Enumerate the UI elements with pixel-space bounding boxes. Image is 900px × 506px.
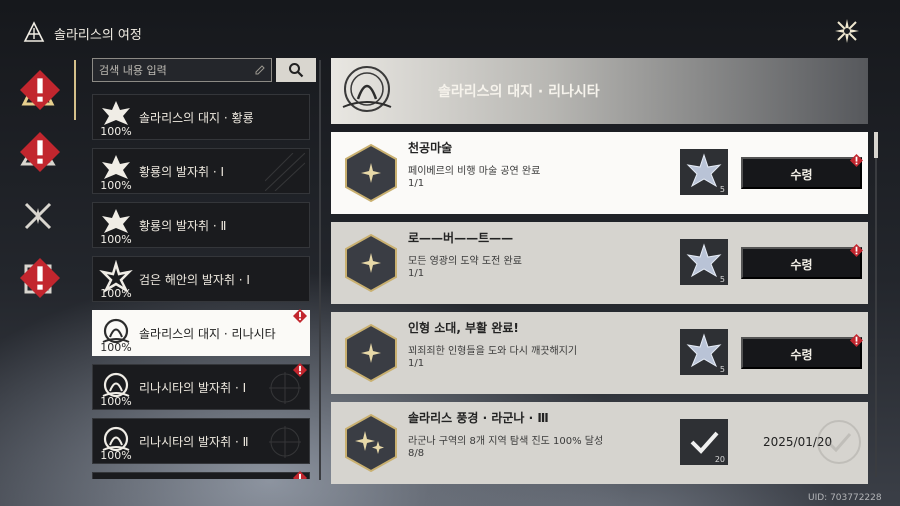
claim-button[interactable]: 수령 [741, 157, 862, 189]
chapter-progress: 100% [100, 179, 132, 192]
reward-item[interactable]: 5 [680, 239, 728, 285]
double-sparkle-icon [345, 413, 397, 473]
claim-button[interactable]: 수령 [741, 247, 862, 279]
quest-card: 인형 소대, 부활 완료! 꾀죄죄한 인형들을 도와 다시 깨끗해지기 1/1 … [331, 312, 868, 394]
grid-pattern-icon [265, 153, 305, 191]
chapter-label: 검은 해안의 발자취 · Ⅰ [139, 273, 250, 287]
chapter-item-selected[interactable]: 100% 솔라리스의 대지 · 리나시타 [92, 309, 310, 356]
solaris-logo-icon [23, 21, 45, 42]
chapter-progress: 100% [100, 449, 132, 462]
sparkle-icon [345, 143, 397, 203]
quest-list-scrollbar[interactable] [875, 132, 877, 477]
chapter-item[interactable]: 100% 리나시타의 발자취 · Ⅱ [92, 418, 310, 464]
alert-badge-icon [850, 154, 863, 167]
chapter-label: 솔라리스의 대지 · 황룡 [139, 111, 254, 125]
quest-title: 천공마술 [408, 141, 453, 155]
quest-title: 솔라리스 풍경 · 라군나 · Ⅲ [408, 411, 549, 425]
alert-badge-icon [20, 132, 60, 172]
chapter-item[interactable]: 100% 황룡의 발자취 · Ⅰ [92, 148, 310, 194]
chapter-progress: 100% [100, 341, 132, 354]
quest-title: 인형 소대, 부활 완료! [408, 321, 519, 335]
alert-badge-icon [293, 471, 307, 479]
reward-quantity: 20 [714, 455, 725, 464]
chapter-item[interactable]: 100% 검은 해안의 발자취 · Ⅰ [92, 256, 310, 302]
checkmark-watermark-icon [817, 420, 861, 464]
chapter-label: 황룡의 발자취 · Ⅱ [139, 219, 227, 233]
alert-badge-icon [293, 309, 307, 323]
chapter-list: 100% 솔라리스의 대지 · 황룡 100% 황룡의 발자취 · Ⅰ 100%… [92, 94, 312, 479]
alert-badge-icon [20, 258, 60, 298]
alert-badge-icon [20, 70, 60, 110]
alert-badge-icon [850, 244, 863, 257]
top-bar: 솔라리스의 여정 [0, 0, 900, 60]
alert-badge-icon [850, 334, 863, 347]
close-star-icon[interactable] [832, 16, 862, 46]
category-rail [0, 60, 76, 506]
reward-quantity: 5 [719, 365, 725, 374]
rail-item-blades[interactable] [18, 196, 58, 236]
quest-description: 페이베르의 비행 마술 공연 완료 [408, 166, 541, 177]
reward-item-claimed[interactable]: 20 [680, 419, 728, 465]
alert-badge-icon [293, 363, 307, 377]
quest-description: 꾀죄죄한 인형들을 도와 다시 깨끗해지기 [408, 346, 578, 357]
crossed-blades-icon [24, 202, 52, 230]
chapter-label: 황룡의 발자취 · Ⅰ [139, 165, 225, 179]
chapter-progress: 100% [100, 125, 132, 138]
quest-list-scroll-thumb[interactable] [874, 132, 878, 158]
user-id: UID: 703772228 [808, 493, 882, 503]
chapter-item-partial[interactable] [92, 471, 310, 479]
chapter-label: 리나시타의 발자취 · Ⅰ [139, 381, 247, 395]
search-input[interactable] [99, 62, 249, 78]
chapter-progress: 100% [100, 395, 132, 408]
chapter-item[interactable]: 100% 황룡의 발자취 · Ⅱ [92, 202, 310, 248]
edit-icon [255, 65, 265, 75]
chapter-progress: 100% [100, 287, 132, 300]
chapter-header: 솔라리스의 대지 · 리나시타 [331, 58, 868, 124]
chapter-title: 솔라리스의 대지 · 리나시타 [438, 84, 600, 100]
reward-item[interactable]: 5 [680, 149, 728, 195]
quest-card: 천공마술 페이베르의 비행 마술 공연 완료 1/1 5 수령 [331, 132, 868, 214]
rail-item-mountain[interactable] [18, 132, 60, 172]
search-box [92, 58, 272, 82]
search-button[interactable] [276, 58, 316, 82]
search-icon [289, 63, 304, 78]
compass-pattern-icon [269, 426, 301, 458]
app-title: 솔라리스의 여정 [54, 28, 142, 43]
rail-item-solaris[interactable] [18, 70, 60, 110]
quest-count: 8/8 [408, 448, 425, 459]
quest-description: 라군나 구역의 8개 지역 탐색 진도 100% 달성 [408, 436, 604, 447]
chapter-label: 리나시타의 발자취 · Ⅱ [139, 435, 249, 449]
rail-active-indicator [74, 60, 76, 120]
quest-card-completed: 솔라리스 풍경 · 라군나 · Ⅲ 라군나 구역의 8개 지역 탐색 진도 10… [331, 402, 868, 484]
reward-quantity: 5 [719, 275, 725, 284]
reward-quantity: 5 [719, 185, 725, 194]
chapter-list-scrollbar[interactable] [319, 60, 321, 480]
chapter-item[interactable]: 100% 리나시타의 발자취 · Ⅰ [92, 363, 310, 410]
claim-button[interactable]: 수령 [741, 337, 862, 369]
reward-item[interactable]: 5 [680, 329, 728, 375]
sparkle-icon [345, 233, 397, 293]
quest-count: 1/1 [408, 268, 425, 279]
quest-description: 모든 영광의 도약 도전 완료 [408, 256, 522, 267]
chapter-progress: 100% [100, 233, 132, 246]
rinascita-emblem-icon [342, 66, 392, 112]
quest-card: 로——버——트—— 모든 영광의 도약 도전 완료 1/1 5 수령 [331, 222, 868, 304]
quest-count: 1/1 [408, 358, 425, 369]
sparkle-icon [345, 323, 397, 383]
chapter-item[interactable]: 100% 솔라리스의 대지 · 황룡 [92, 94, 310, 140]
chapter-label: 솔라리스의 대지 · 리나시타 [139, 327, 276, 341]
quest-count: 1/1 [408, 178, 425, 189]
rail-item-journal[interactable] [18, 258, 60, 298]
quest-title: 로——버——트—— [408, 231, 514, 245]
